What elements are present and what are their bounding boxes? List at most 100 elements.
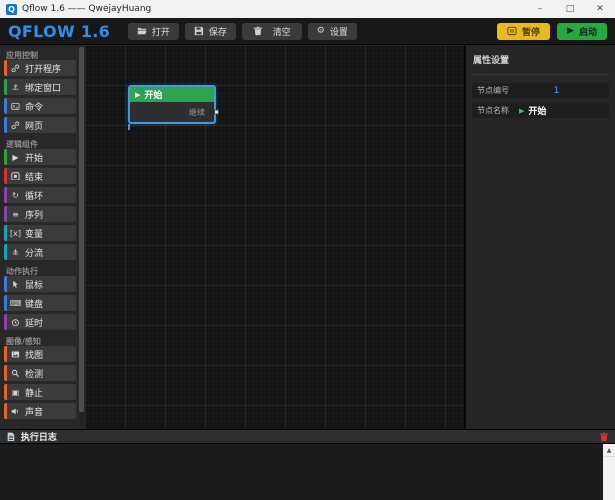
sidebar-scrollbar[interactable] xyxy=(79,47,84,427)
sidebar-item-label: 打开程序 xyxy=(25,62,61,75)
sidebar-item-sequence[interactable]: ≡ 序列 xyxy=(4,206,76,222)
sidebar-item-still[interactable]: ▣ 静止 xyxy=(4,384,76,400)
clear-log-button[interactable] xyxy=(599,432,609,442)
open-button-label: 打开 xyxy=(152,25,170,38)
maximize-button[interactable]: □ xyxy=(555,0,585,18)
window-titlebar: Q Qflow 1.6 —— QwejayHuang – □ ✕ xyxy=(0,0,615,18)
node-output-label: 继续 xyxy=(189,107,205,118)
speaker-icon xyxy=(10,407,21,416)
sidebar-item-label: 命令 xyxy=(25,100,43,113)
sidebar-item-find-image[interactable]: 找图 xyxy=(4,346,76,362)
play-icon: ▶ xyxy=(10,153,21,162)
start-button[interactable]: ▶ 启动 xyxy=(557,23,607,40)
start-button-label: 启动 xyxy=(579,25,597,38)
stop-icon xyxy=(10,172,21,181)
close-button[interactable]: ✕ xyxy=(585,0,615,18)
node-id-field[interactable]: 1 xyxy=(509,86,604,96)
link-icon xyxy=(10,64,21,73)
app-logo: QFLOW 1.6 xyxy=(8,22,110,41)
sidebar-item-bind-window[interactable]: ⚓ 绑定窗口 xyxy=(4,79,76,95)
variable-icon: [x] xyxy=(10,229,21,238)
image-icon xyxy=(10,350,21,359)
sidebar-item-end[interactable]: 结束 xyxy=(4,168,76,184)
category-actions: 动作执行 xyxy=(0,263,85,276)
sidebar-item-label: 鼠标 xyxy=(25,278,43,291)
sidebar-item-label: 找图 xyxy=(25,348,43,361)
sidebar-item-keyboard[interactable]: ⌨ 键盘 xyxy=(4,295,76,311)
trash-icon xyxy=(253,26,263,36)
folder-open-icon xyxy=(137,26,147,36)
log-output-area: ▲ xyxy=(0,443,615,500)
play-icon: ▶ xyxy=(519,107,524,115)
clear-button[interactable]: 清空 xyxy=(242,23,302,40)
sidebar-item-label: 延时 xyxy=(25,316,43,329)
mouse-icon xyxy=(10,280,21,289)
category-app-control: 应用控制 xyxy=(0,47,85,60)
sidebar-item-open-program[interactable]: 打开程序 xyxy=(4,60,76,76)
sidebar-item-command[interactable]: 命令 xyxy=(4,98,76,114)
sidebar-item-detect[interactable]: 检测 xyxy=(4,365,76,381)
sidebar-item-delay[interactable]: 延时 xyxy=(4,314,76,330)
play-icon: ▶ xyxy=(135,91,140,99)
property-row-node-id: 节点编号 1 xyxy=(472,83,609,98)
magnifier-icon xyxy=(10,369,21,378)
node-header[interactable]: ▶ 开始 xyxy=(130,87,214,102)
sidebar-item-label: 声音 xyxy=(25,405,43,418)
sidebar-item-label: 网页 xyxy=(25,119,43,132)
still-icon: ▣ xyxy=(10,388,21,397)
sidebar-item-variable[interactable]: [x] 变量 xyxy=(4,225,76,241)
pause-button-label: 暂停 xyxy=(522,25,540,38)
log-header-bar: 执行日志 xyxy=(0,429,615,443)
node-name-value: 开始 xyxy=(528,104,546,117)
settings-button[interactable]: ⚙ 设置 xyxy=(308,23,357,40)
play-icon: ▶ xyxy=(567,26,574,36)
sequence-icon: ≡ xyxy=(10,210,21,219)
flow-canvas[interactable]: ▶ 开始 继续 xyxy=(85,45,465,429)
sidebar-item-mouse[interactable]: 鼠标 xyxy=(4,276,76,292)
save-icon xyxy=(194,26,204,36)
node-name-field[interactable]: ▶ 开始 xyxy=(519,104,546,117)
log-title: 执行日志 xyxy=(21,430,57,443)
node-output-port[interactable] xyxy=(214,110,219,115)
pause-button[interactable]: 暂停 xyxy=(497,23,550,40)
log-scrollbar[interactable]: ▲ xyxy=(603,444,615,500)
sidebar-item-label: 静止 xyxy=(25,386,43,399)
minimize-button[interactable]: – xyxy=(525,0,555,18)
gear-icon: ⚙ xyxy=(317,26,325,36)
branch-icon: ⋔ xyxy=(10,248,21,257)
main-area: 应用控制 打开程序 ⚓ 绑定窗口 命令 网页 逻辑组件 ▶ 开始 结束 ↻ 循环 xyxy=(0,45,615,429)
open-button[interactable]: 打开 xyxy=(128,23,179,40)
sidebar-item-start[interactable]: ▶ 开始 xyxy=(4,149,76,165)
sidebar-item-loop[interactable]: ↻ 循环 xyxy=(4,187,76,203)
loop-icon: ↻ xyxy=(10,191,21,200)
pause-icon xyxy=(507,26,517,36)
terminal-icon xyxy=(10,102,21,111)
sidebar-item-sound[interactable]: 声音 xyxy=(4,403,76,419)
scroll-up-button[interactable]: ▲ xyxy=(603,444,615,457)
log-icon xyxy=(6,432,16,442)
sidebar-item-label: 序列 xyxy=(25,208,43,221)
sidebar-item-label: 分流 xyxy=(25,246,43,259)
properties-panel: 属性设置 节点编号 1 节点名称 ▶ 开始 xyxy=(465,45,615,429)
settings-button-label: 设置 xyxy=(330,25,348,38)
anchor-icon: ⚓ xyxy=(10,83,21,92)
sidebar-item-label: 绑定窗口 xyxy=(25,81,61,94)
save-button-label: 保存 xyxy=(209,25,227,38)
window-title: Qflow 1.6 —— QwejayHuang xyxy=(22,4,151,14)
sidebar-item-label: 结束 xyxy=(25,170,43,183)
sidebar-item-label: 变量 xyxy=(25,227,43,240)
app-icon: Q xyxy=(6,4,17,15)
node-id-label: 节点编号 xyxy=(477,85,509,96)
sidebar-item-webpage[interactable]: 网页 xyxy=(4,117,76,133)
save-button[interactable]: 保存 xyxy=(185,23,236,40)
clear-button-label: 清空 xyxy=(273,25,291,38)
node-start[interactable]: ▶ 开始 继续 xyxy=(128,85,216,124)
sidebar-item-label: 检测 xyxy=(25,367,43,380)
properties-title: 属性设置 xyxy=(472,51,609,75)
node-title: 开始 xyxy=(144,88,162,101)
timer-icon xyxy=(10,318,21,327)
sidebar-item-label: 开始 xyxy=(25,151,43,164)
keyboard-icon: ⌨ xyxy=(10,299,21,308)
sidebar-item-branch[interactable]: ⋔ 分流 xyxy=(4,244,76,260)
sidebar-scrollbar-thumb[interactable] xyxy=(79,47,84,412)
